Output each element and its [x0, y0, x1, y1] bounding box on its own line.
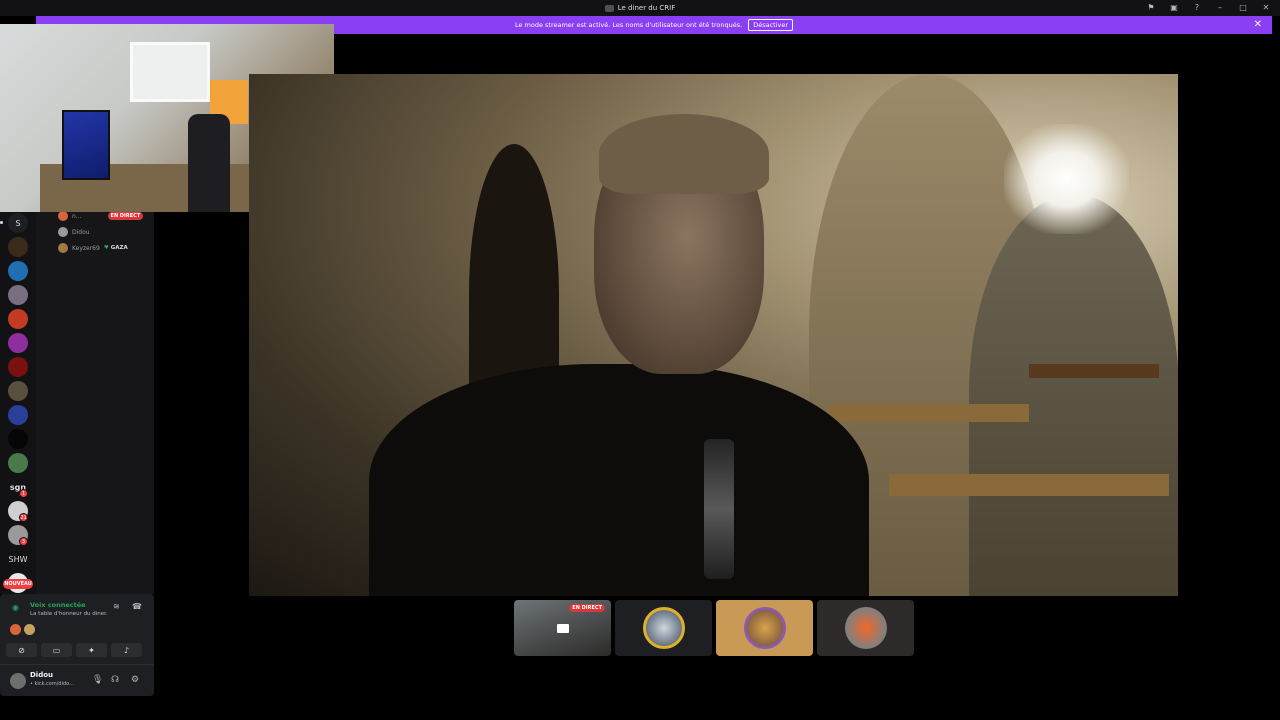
server-icon[interactable] [8, 285, 28, 305]
stone-arch [969, 194, 1178, 596]
activities-icon: ✦ [88, 645, 95, 655]
avatar [642, 607, 685, 649]
server-icon[interactable] [8, 381, 28, 401]
maximize-button[interactable]: □ [1237, 2, 1249, 14]
server-label-shw: SHW [8, 554, 28, 564]
deactivate-streamer-button[interactable]: Désactiver [748, 19, 794, 31]
mention-badge: 1 [19, 489, 28, 498]
banner-close-icon[interactable]: ✕ [1254, 19, 1262, 30]
room-window [130, 42, 210, 102]
voice-user[interactable]: Didou [58, 226, 90, 238]
hanging-sunglasses [704, 439, 734, 579]
screen-icon[interactable]: ▣ [1168, 2, 1180, 14]
avatar [24, 624, 35, 635]
participant-tiles: EN DIRECT [514, 600, 914, 656]
noise-suppression-icon[interactable]: ≋ [113, 602, 120, 611]
help-icon[interactable]: ? [1191, 2, 1203, 14]
user-name: Didou [30, 671, 54, 679]
signal-icon: ◉ [12, 603, 19, 612]
main-stream-video[interactable] [249, 74, 1178, 596]
monitor [62, 110, 110, 180]
participant-tile-speaking[interactable] [716, 600, 813, 656]
server-icon[interactable] [8, 237, 28, 257]
person-shirt [369, 364, 869, 596]
avatar [58, 227, 68, 237]
user-panel: ◉ Voix connectée La table d'honneur du d… [0, 594, 154, 696]
stream-tile[interactable]: EN DIRECT [514, 600, 611, 656]
bench [1029, 364, 1159, 378]
current-user[interactable]: Didou • kick.com/dido... 🎙︎ ☊ ⚙ [0, 664, 154, 696]
settings-gear-icon[interactable]: ⚙ [131, 675, 139, 685]
disconnect-icon[interactable]: ☎ [132, 602, 142, 611]
avatar [10, 624, 21, 635]
voice-user[interactable]: Keyzer69 ♥ GAZA [58, 242, 128, 254]
coat [188, 114, 230, 212]
app-icon [604, 4, 614, 12]
headphones-icon[interactable]: ☊ [111, 675, 119, 685]
avatar [58, 243, 68, 253]
server-icon[interactable] [8, 453, 28, 473]
server-icon[interactable] [8, 309, 28, 329]
voice-user-name: n... [72, 212, 82, 220]
inbox-icon[interactable]: ⚑ [1145, 2, 1157, 14]
server-icon[interactable] [8, 261, 28, 281]
window-controls: ⚑ ▣ ? – □ ✕ [1145, 2, 1272, 14]
voice-user-name: Keyzer69 [72, 244, 100, 252]
bench [829, 404, 1029, 422]
avatar [58, 211, 68, 221]
user-tag-text: GAZA [110, 245, 128, 251]
screen-share-icon: ▭ [52, 645, 61, 655]
voice-connection-status[interactable]: Voix connectée [30, 601, 86, 609]
mention-badge: 3 [19, 537, 28, 546]
person-hair [599, 114, 769, 194]
bench [889, 474, 1169, 496]
screen-share-icon [556, 623, 569, 633]
new-servers-badge[interactable]: NOUVEAU [3, 579, 33, 589]
close-button[interactable]: ✕ [1260, 2, 1272, 14]
mention-badge: 21 [19, 513, 28, 522]
server-icon[interactable] [8, 405, 28, 425]
window-title-text: Le diner du CRIF [617, 4, 676, 12]
avatar [743, 607, 786, 649]
camera-off-icon: ⊘ [18, 645, 25, 655]
server-label-s: S [15, 218, 21, 228]
soundboard-icon: ♪ [123, 645, 130, 655]
server-icon[interactable] [8, 333, 28, 353]
user-tag: ♥ GAZA [104, 245, 128, 251]
server-icon-shw[interactable]: SHW [8, 549, 28, 569]
voice-action-buttons: ⊘ ▭ ✦ ♪ [6, 643, 142, 657]
activities-button[interactable]: ✦ [76, 643, 107, 657]
chandelier [1004, 124, 1129, 234]
server-icon[interactable] [8, 429, 28, 449]
voice-channel-name[interactable]: La table d'honneur du diner... [30, 611, 108, 617]
screen-share-button[interactable]: ▭ [41, 643, 72, 657]
camera-off-button[interactable]: ⊘ [6, 643, 37, 657]
window-title: Le diner du CRIF [604, 4, 676, 12]
avatar [10, 673, 26, 689]
title-bar: Le diner du CRIF ⚑ ▣ ? – □ ✕ [0, 0, 1280, 16]
heart-icon: ♥ [103, 245, 109, 251]
soundboard-button[interactable]: ♪ [111, 643, 142, 657]
voice-user-name: Didou [72, 228, 90, 236]
microphone-icon[interactable]: 🎙︎ [92, 675, 103, 685]
unread-pill [0, 221, 3, 224]
live-badge: EN DIRECT [569, 604, 605, 612]
avatar [844, 607, 887, 649]
banner-message: Le mode streamer est activé. Les noms d'… [514, 21, 743, 29]
participant-tile[interactable] [615, 600, 712, 656]
live-badge: EN DIRECT [107, 212, 144, 220]
server-icon-s[interactable]: S [8, 213, 28, 233]
participant-tile[interactable] [817, 600, 914, 656]
user-status: • kick.com/dido... [30, 681, 74, 687]
server-icon[interactable] [8, 357, 28, 377]
minimize-button[interactable]: – [1214, 2, 1226, 14]
